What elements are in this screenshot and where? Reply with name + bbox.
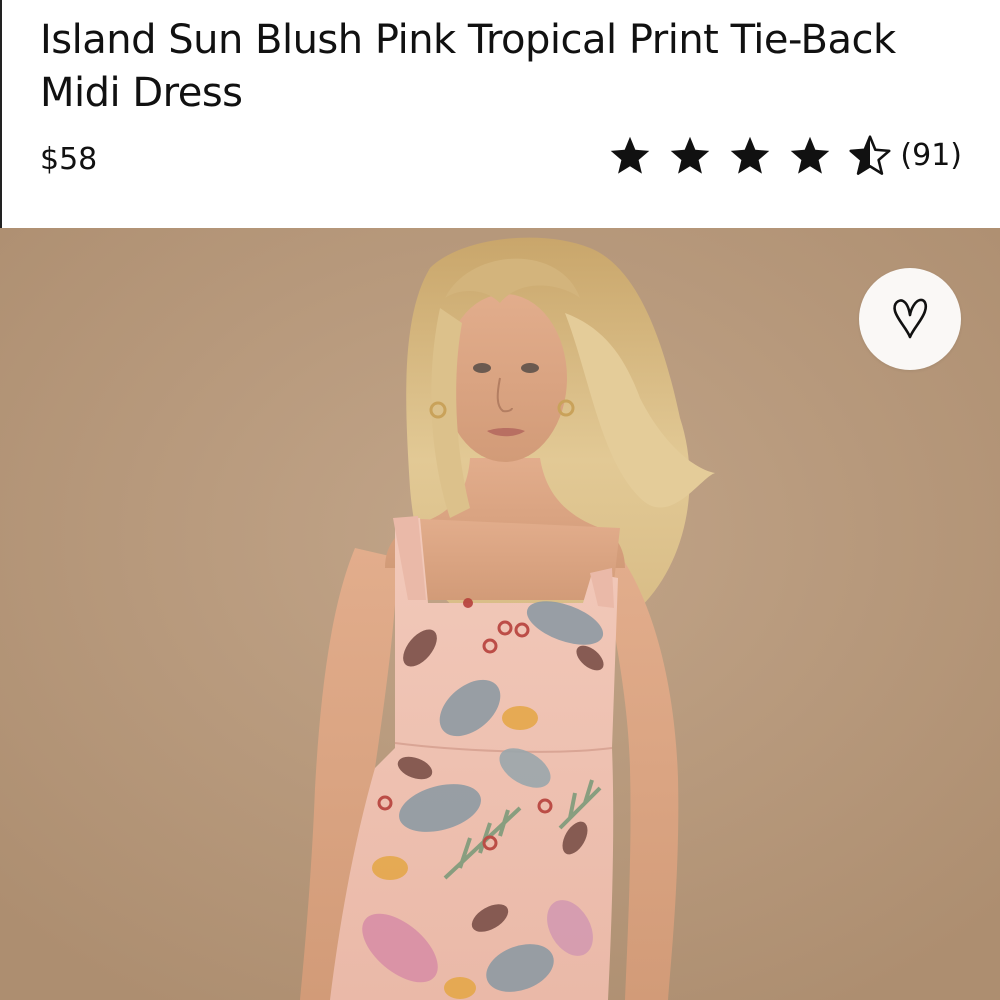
product-page: Island Sun Blush Pink Tropical Print Tie…	[0, 0, 1000, 1000]
product-header: Island Sun Blush Pink Tropical Print Tie…	[0, 0, 1000, 228]
review-count[interactable]: (91)	[900, 134, 962, 178]
favorite-button[interactable]	[859, 268, 961, 370]
heart-icon	[893, 298, 928, 339]
star-icon	[791, 136, 830, 174]
half-star-icon	[849, 135, 891, 175]
product-title: Island Sun Blush Pink Tropical Print Tie…	[40, 17, 896, 116]
star-icon	[671, 136, 710, 174]
product-image[interactable]	[0, 228, 1000, 1000]
star-icon	[731, 136, 770, 174]
star-icon	[611, 136, 650, 174]
rating-stars	[608, 134, 900, 178]
model-photo	[0, 228, 1000, 1000]
product-price: $58	[40, 142, 98, 177]
product-rating[interactable]: (91)	[608, 132, 962, 180]
